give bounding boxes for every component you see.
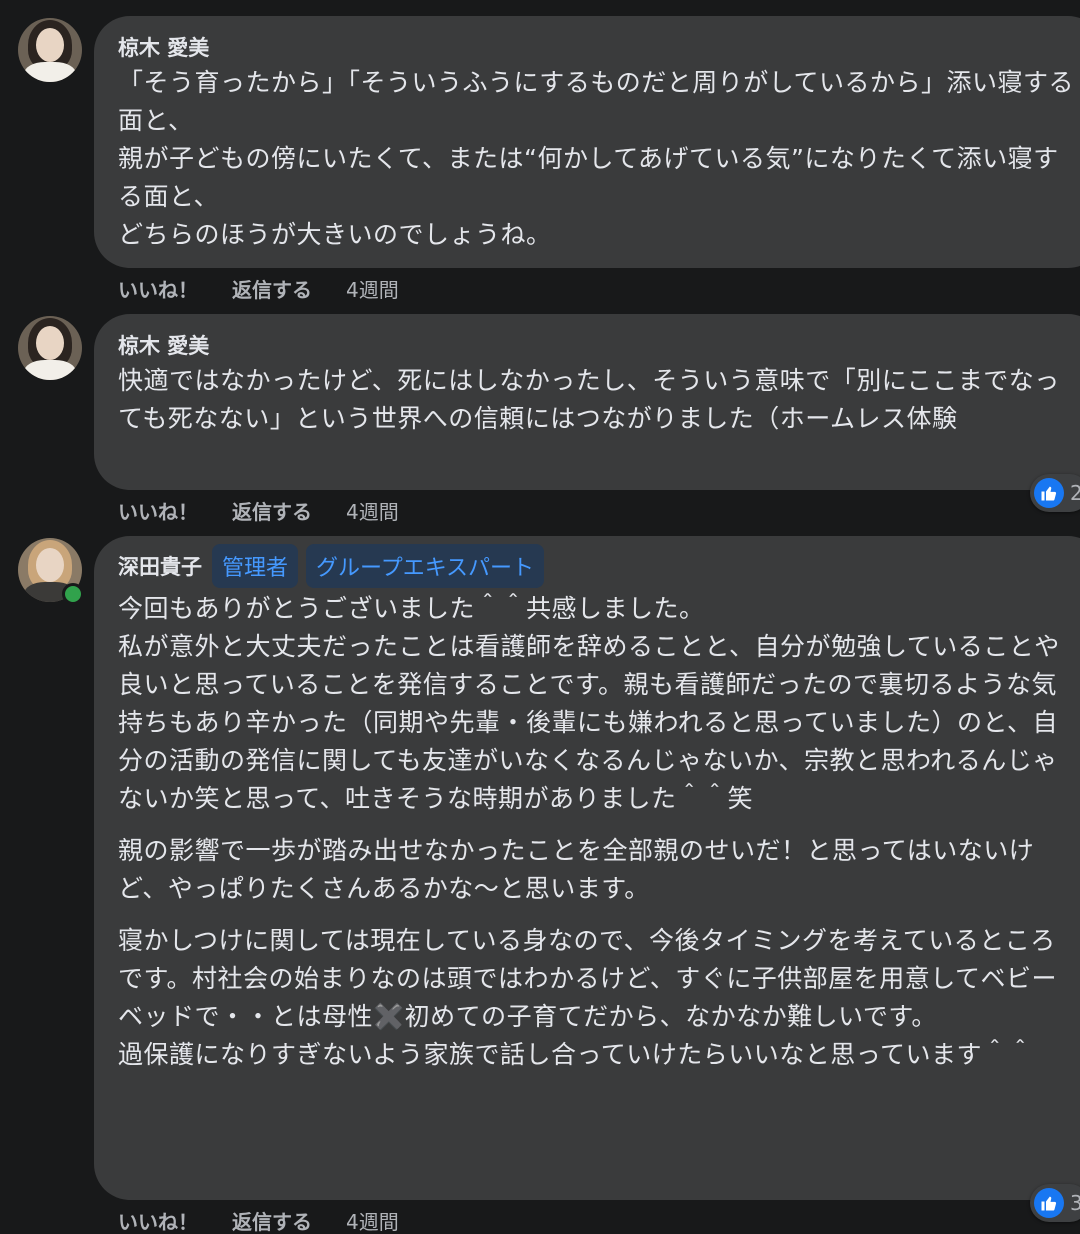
like-reaction-icon	[1034, 478, 1064, 508]
author-name[interactable]: 深田貴子	[118, 551, 202, 581]
timestamp[interactable]: 4週間	[346, 1206, 399, 1234]
reply-button[interactable]: 返信する	[232, 274, 312, 303]
comment-paragraph: 親の影響で一歩が踏み出せなかったことを全部親のせいだ！と思ってはいないけど、やっ…	[118, 836, 1035, 903]
avatar[interactable]	[18, 316, 82, 380]
author-name[interactable]: 椋木 愛美	[118, 330, 209, 360]
timestamp[interactable]: 4週間	[346, 274, 399, 303]
comment-actions: いいね！ 返信する 4週間	[118, 496, 399, 525]
admin-badge[interactable]: 管理者	[212, 544, 299, 588]
comment-actions: いいね！ 返信する 4週間	[118, 274, 399, 303]
comment-bubble: 椋木 愛美 「そう育ったから」「そういうふうにするものだと周りがしているから」添…	[94, 16, 1080, 268]
avatar[interactable]	[18, 18, 82, 82]
timestamp[interactable]: 4週間	[346, 496, 399, 525]
comment-paragraph: 寝かしつけに関しては現在している身なので、今後タイミングを考えているところです。…	[118, 926, 1058, 1069]
comment-bubble: 椋木 愛美 快適ではなかったけど、死にはしなかったし、そういう意味で「別にここま…	[94, 314, 1080, 490]
comment-paragraph: 快適ではなかったけど、死にはしなかったし、そういう意味で「別にここまでなっても死…	[118, 366, 1060, 433]
comment-text: 今回もありがとうございました＾＾共感しました。 私が意外と大丈夫だったことは看護…	[118, 590, 1080, 1074]
comment-actions: いいね！ 返信する 4週間	[118, 1206, 399, 1234]
comment-text: 「そう育ったから」「そういうふうにするものだと周りがしているから」添い寝する面と…	[118, 64, 1080, 254]
like-reaction-icon	[1034, 1188, 1064, 1218]
like-button[interactable]: いいね！	[118, 1206, 198, 1234]
group-expert-badge[interactable]: グループエキスパート	[306, 544, 545, 588]
like-button[interactable]: いいね！	[118, 496, 198, 525]
comment-thread: 椋木 愛美 「そう育ったから」「そういうふうにするものだと周りがしているから」添…	[0, 0, 1080, 1234]
comment-text: 快適ではなかったけど、死にはしなかったし、そういう意味で「別にここまでなっても死…	[118, 362, 1080, 438]
like-button[interactable]: いいね！	[118, 274, 198, 303]
comment-paragraph: 「そう育ったから」「そういうふうにするものだと周りがしているから」添い寝する面と…	[118, 68, 1075, 249]
author-name[interactable]: 椋木 愛美	[118, 32, 209, 62]
reaction-count: 2	[1070, 481, 1080, 505]
reaction-summary[interactable]: 3	[1030, 1184, 1080, 1222]
reply-button[interactable]: 返信する	[232, 1206, 312, 1234]
online-status-indicator	[62, 583, 84, 605]
reply-button[interactable]: 返信する	[232, 496, 312, 525]
comment-paragraph: 今回もありがとうございました＾＾共感しました。 私が意外と大丈夫だったことは看護…	[118, 594, 1060, 813]
reaction-count: 3	[1070, 1191, 1080, 1215]
reaction-summary[interactable]: 2	[1030, 474, 1080, 512]
comment-bubble: 深田貴子 管理者 グループエキスパート 今回もありがとうございました＾＾共感しま…	[94, 536, 1080, 1200]
